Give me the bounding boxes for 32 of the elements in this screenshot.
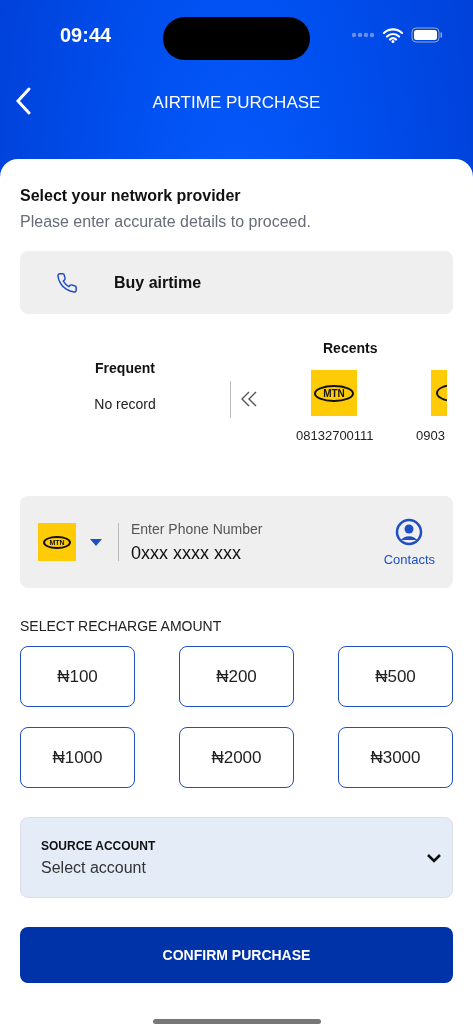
confirm-button[interactable]: CONFIRM PURCHASE: [20, 927, 453, 983]
empty-text: No record: [94, 396, 156, 412]
contacts-button[interactable]: Contacts: [383, 517, 435, 567]
frequent-title: Frequent: [95, 360, 155, 376]
recent-contact[interactable]: 0903: [416, 370, 447, 443]
amount-option[interactable]: ₦500: [338, 646, 453, 707]
phone-number-input[interactable]: 0xxx xxxx xxx: [131, 542, 281, 564]
amount-option[interactable]: ₦1000: [20, 727, 135, 788]
field-label: Enter Phone Number: [131, 520, 264, 537]
select-label: SOURCE ACCOUNT: [41, 838, 157, 853]
signal-icon: [351, 32, 375, 39]
amount-option[interactable]: ₦2000: [179, 727, 294, 788]
dropdown-icon: [90, 538, 102, 546]
recent-contact[interactable]: MTN 08132700111: [296, 370, 396, 443]
amount-option[interactable]: ₦200: [179, 646, 294, 707]
recents-title: Recents: [323, 340, 378, 356]
phone-icon: [56, 271, 78, 294]
source-account-select[interactable]: SOURCE ACCOUNT Select account: [20, 817, 453, 898]
section-title: Select your network provider: [20, 187, 242, 205]
section-subtitle: Please enter accurate details to proceed.: [20, 213, 312, 231]
chevron-down-icon: [426, 852, 442, 863]
amount-option[interactable]: ₦100: [20, 646, 135, 707]
amount-option[interactable]: ₦3000: [338, 727, 453, 788]
wifi-icon: [383, 27, 403, 43]
battery-icon: [411, 27, 443, 44]
network-logo: MTN: [311, 370, 357, 416]
buy-airtime-tab[interactable]: Buy airtime: [20, 251, 453, 314]
select-placeholder: Select account: [41, 858, 147, 877]
status-time: 09:44: [60, 23, 112, 47]
page-title: AIRTIME PURCHASE: [152, 92, 321, 113]
contact-icon: [395, 517, 424, 546]
amount-title: SELECT RECHARGE AMOUNT: [20, 618, 223, 634]
